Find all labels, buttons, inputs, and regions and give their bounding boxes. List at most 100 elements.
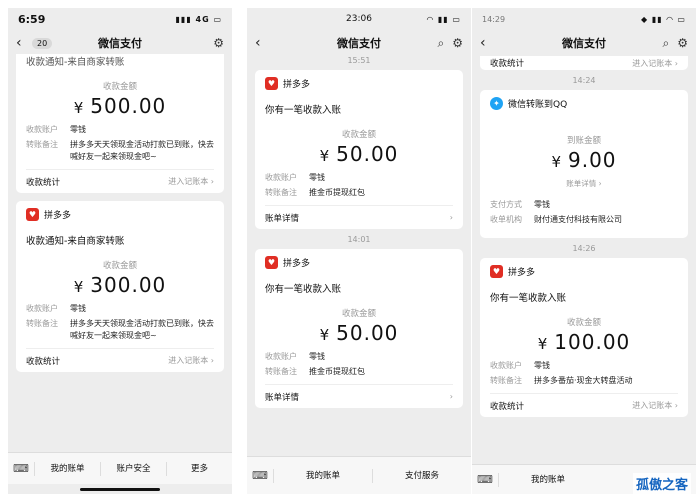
payment-card[interactable]: ♥ 拼多多 你有一笔收款入账 收款金额 ¥100.00 收款账户 零钱 转账备注拼… [480, 258, 688, 417]
merchant-header: ♥ 拼多多 [26, 201, 214, 227]
payment-card[interactable]: ✦ 微信转账到QQ 到账金额 ¥9.00 账单详情 › 支付方式 零钱 收单机构财… [480, 90, 688, 238]
bottom-menu: ⌨ 我的账单 账户安全 更多 [8, 452, 232, 484]
chevron-right-icon: › [449, 213, 453, 222]
timestamp: 14:26 [572, 244, 596, 253]
amount-label: 收款金额 [566, 318, 601, 328]
search-icon[interactable]: ⌕ [438, 36, 445, 51]
network-type: 4G [195, 14, 210, 24]
status-icons: ▮▮▮ 4G ▭ [175, 14, 222, 24]
card-title: 收款通知-来自商家转账 [26, 57, 125, 68]
payment-card-partial[interactable]: 收款统计 进入记账本 › [480, 56, 688, 70]
settings-icon[interactable]: ⚙ [677, 36, 688, 51]
menu-payment-services[interactable]: 支付服务 [372, 468, 471, 483]
menu-more[interactable]: 更多 [166, 461, 232, 476]
status-bar: 6:59 ▮▮▮ 4G ▭ [8, 8, 232, 30]
status-time: 14:29 [482, 14, 506, 24]
menu-my-bills[interactable]: 我的账单 [498, 472, 597, 487]
back-icon[interactable]: ‹ [16, 35, 30, 51]
card-title: 收款通知-来自商家转账 [26, 236, 125, 247]
payment-card[interactable]: 收款通知-来自商家转账 收款金额 ¥500.00 收款账户 零钱 转账备注 拼多多天… [16, 54, 224, 193]
payment-card[interactable]: ♥ 拼多多 你有一笔收款入账 收款金额 ¥50.00 收款账户 零钱 转账备注 推金… [255, 70, 463, 229]
detail-row: 收款账户 零钱 [26, 304, 86, 313]
pinduoduo-logo-icon: ♥ [265, 76, 278, 90]
card-footer[interactable]: 收款统计 进入记账本 › [26, 348, 214, 372]
bill-detail-link[interactable]: 账单详情 › [490, 178, 678, 189]
pinduoduo-logo-icon: ♥ [26, 207, 39, 221]
card-title: 你有一笔收款入账 [265, 284, 342, 295]
detail-row: 收单机构 财付通支付科技有限公司 [490, 215, 622, 224]
status-icons: ◠ ▮▮ ▭ [426, 14, 461, 24]
detail-row: 支付方式 零钱 [490, 200, 550, 209]
amount-label: 收款金额 [341, 130, 376, 140]
ledger-link[interactable]: 进入记账本 › [632, 400, 678, 411]
amount-label: 收款金额 [102, 261, 137, 271]
phone-screenshot-1: 6:59 ▮▮▮ 4G ▭ ‹ 20 微信支付 ⚙ 收款通知-来自商家转账 收款… [8, 8, 232, 494]
keyboard-icon[interactable]: ⌨ [472, 473, 498, 486]
chevron-right-icon: › [449, 392, 453, 401]
card-footer[interactable]: 收款统计 进入记账本 › [490, 56, 678, 70]
amount-label: 收款金额 [341, 309, 376, 319]
amount: ¥50.00 [319, 142, 399, 166]
amount-label: 到账金额 [566, 136, 601, 146]
payment-card[interactable]: ♥ 拼多多 收款通知-来自商家转账 收款金额 ¥300.00 收款账户 零钱 转账… [16, 201, 224, 372]
merchant-header: ✦ 微信转账到QQ [490, 90, 678, 116]
merchant-header: ♥ 拼多多 [490, 258, 678, 284]
phone-screenshot-3: 14:29 ◆ ▮▮ ◠ ▭ ‹ 微信支付 ⌕ ⚙ 收款统计 进入记账本 › 14… [472, 8, 696, 494]
card-footer[interactable]: 账单详情 › [265, 205, 453, 229]
detail-row: 收款账户 零钱 [26, 125, 86, 134]
status-bar: 23:06 ◠ ▮▮ ▭ [247, 8, 471, 30]
back-icon[interactable]: ‹ [480, 35, 494, 51]
settings-icon[interactable]: ⚙ [213, 36, 224, 50]
detail-row: 转账备注 拼多多番茄·现金大转盘活动 [490, 376, 633, 385]
nav-bar: ‹ 微信支付 ⌕ ⚙ [472, 30, 696, 56]
home-indicator [80, 488, 160, 491]
merchant-header: ♥ 拼多多 [265, 249, 453, 275]
nav-bar: ‹ 微信支付 ⌕ ⚙ [247, 30, 471, 56]
status-bar: 14:29 ◆ ▮▮ ◠ ▭ [472, 8, 696, 30]
detail-row: 收款账户 零钱 [265, 173, 325, 182]
ledger-link[interactable]: 进入记账本 › [168, 355, 214, 366]
ledger-link[interactable]: 进入记账本 › [168, 176, 214, 187]
pinduoduo-logo-icon: ♥ [265, 255, 278, 269]
card-title: 你有一笔收款入账 [490, 293, 567, 304]
qq-transfer-logo-icon: ✦ [490, 96, 503, 110]
detail-row: 转账备注 拼多多天天领现金活动打款已到账，快去喊好友一起来领现金吧~ [26, 319, 214, 340]
amount: ¥500.00 [73, 94, 167, 118]
amount-label: 收款金额 [102, 82, 137, 92]
timestamp: 14:01 [347, 235, 371, 244]
detail-row: 转账备注 推金币提现红包 [265, 367, 365, 376]
menu-my-bills[interactable]: 我的账单 [34, 461, 100, 476]
amount: ¥100.00 [537, 330, 631, 354]
keyboard-icon[interactable]: ⌨ [8, 462, 34, 475]
bottom-menu: ⌨ 我的账单 支付服务 [247, 456, 471, 494]
detail-row: 转账备注 拼多多天天领现金活动打款已到账，快去喊好友一起来领现金吧~ [26, 140, 214, 161]
status-time: 23:06 [346, 14, 372, 24]
card-footer[interactable]: 收款统计 进入记账本 › [490, 393, 678, 417]
ledger-link[interactable]: 进入记账本 › [632, 58, 678, 69]
keyboard-icon[interactable]: ⌨ [247, 469, 273, 482]
pinduoduo-logo-icon: ♥ [490, 264, 503, 278]
merchant-header: ♥ 拼多多 [265, 70, 453, 96]
watermark-text: 孤傲之客 [632, 473, 691, 494]
nav-bar: ‹ 20 微信支付 ⚙ [8, 30, 232, 56]
search-icon[interactable]: ⌕ [663, 36, 670, 51]
status-time: 6:59 [18, 12, 46, 26]
phone-screenshot-2: 23:06 ◠ ▮▮ ▭ ‹ 微信支付 ⌕ ⚙ 15:51 ♥ 拼多多 你有一笔收… [247, 8, 471, 494]
settings-icon[interactable]: ⚙ [452, 36, 463, 51]
card-footer[interactable]: 收款统计 进入记账本 › [26, 169, 214, 193]
card-footer[interactable]: 账单详情 › [265, 384, 453, 408]
timestamp: 14:24 [572, 76, 596, 85]
back-icon[interactable]: ‹ [255, 35, 269, 51]
menu-my-bills[interactable]: 我的账单 [273, 468, 372, 483]
detail-row: 转账备注 推金币提现红包 [265, 188, 365, 197]
status-icons: ◆ ▮▮ ◠ ▭ [640, 14, 686, 24]
unread-badge: 20 [32, 37, 53, 49]
card-title: 你有一笔收款入账 [265, 105, 342, 116]
payment-card[interactable]: ♥ 拼多多 你有一笔收款入账 收款金额 ¥50.00 收款账户 零钱 转账备注 推金… [255, 249, 463, 408]
amount: ¥9.00 [551, 148, 617, 172]
detail-row: 收款账户 零钱 [490, 361, 550, 370]
timestamp: 15:51 [347, 56, 371, 65]
menu-account-security[interactable]: 账户安全 [100, 461, 166, 476]
detail-row: 收款账户 零钱 [265, 352, 325, 361]
amount: ¥50.00 [319, 321, 399, 345]
